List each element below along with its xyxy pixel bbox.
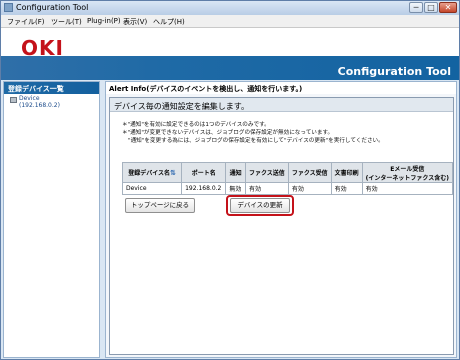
cell-device-name: Device xyxy=(121,182,183,195)
close-button[interactable]: ✕ xyxy=(439,2,457,13)
cell-fax-send: 有効 xyxy=(244,182,289,195)
section-title: デバイス毎の通知設定を編集します。 xyxy=(110,98,453,112)
column-fax-receive: ファクス受信 xyxy=(287,162,332,183)
app-icon xyxy=(4,3,13,12)
menu-tools[interactable]: ツール(T) xyxy=(51,17,82,27)
column-label-sub: (インターネットファクス含む) xyxy=(365,174,449,182)
note-line: ＊"通知"を有効に設定できるのは1つのデバイスのみです。 xyxy=(122,122,270,128)
maximize-button[interactable]: □ xyxy=(424,2,438,13)
menu-help[interactable]: ヘルプ(H) xyxy=(153,17,185,27)
column-port-name: ポート名 xyxy=(181,162,227,183)
menu-file[interactable]: ファイル(F) xyxy=(7,17,45,27)
page-title: Alert Info(デバイスのイベントを検出し、通知を行います。) xyxy=(106,82,456,94)
back-to-top-button[interactable]: トップページに戻る xyxy=(125,198,195,213)
settings-panel: デバイス毎の通知設定を編集します。 ＊"通知"を有効に設定できるのは1つのデバイ… xyxy=(109,97,454,355)
device-list-sidebar: 登録デバイス一覧 Device (192.168.0.2) xyxy=(3,81,100,358)
window-title: Configuration Tool xyxy=(16,3,89,12)
note-line: "通知"を変更する為には、ジョブログの保存設定を有効にして"デバイスの更新"を実… xyxy=(128,138,384,144)
menu-plugin[interactable]: Plug-in(P) xyxy=(87,17,121,25)
column-device-name[interactable]: 登録デバイス名⇅ xyxy=(121,162,183,183)
cell-fax-receive: 有効 xyxy=(287,182,332,195)
column-notify: 通知 xyxy=(225,162,246,183)
main-content: Alert Info(デバイスのイベントを検出し、通知を行います。) デバイス毎… xyxy=(105,81,457,358)
minimize-button[interactable]: ─ xyxy=(409,2,423,13)
menu-view[interactable]: 表示(V) xyxy=(123,17,147,27)
title-bar[interactable]: Configuration Tool ─ □ ✕ xyxy=(1,1,459,15)
column-label: Eメール受信 xyxy=(390,165,425,173)
column-document-print: 文書印刷 xyxy=(330,162,363,183)
sidebar-item-device-ip[interactable]: (192.168.0.2) xyxy=(19,102,60,109)
sort-icon[interactable]: ⇅ xyxy=(170,169,176,177)
note-line: ＊"通知"が変更できないデバイスは、ジョブログの保存設定が無効になっています。 xyxy=(122,130,334,136)
column-label: 登録デバイス名 xyxy=(128,170,171,177)
device-table: 登録デバイス名⇅ ポート名 通知 ファクス送信 ファクス受信 文書印刷 Eメール… xyxy=(121,162,454,195)
column-email-receive: Eメール受信 (インターネットファクス含む) xyxy=(361,162,454,183)
table-header-row: 登録デバイス名⇅ ポート名 通知 ファクス送信 ファクス受信 文書印刷 Eメール… xyxy=(121,162,454,183)
sidebar-item-device[interactable]: Device xyxy=(19,95,40,102)
printer-icon xyxy=(10,97,17,103)
cell-port-name: 192.168.0.2 xyxy=(181,182,227,195)
menu-bar: ファイル(F) ツール(T) Plug-in(P) 表示(V) ヘルプ(H) xyxy=(1,15,459,28)
cell-notify: 無効 xyxy=(225,182,246,195)
column-fax-send: ファクス送信 xyxy=(244,162,289,183)
app-window: Configuration Tool ─ □ ✕ ファイル(F) ツール(T) … xyxy=(0,0,460,360)
product-title: Configuration Tool xyxy=(337,65,451,78)
sidebar-title: 登録デバイス一覧 xyxy=(4,82,99,94)
cell-document-print: 有効 xyxy=(330,182,363,195)
table-row[interactable]: Device 192.168.0.2 無効 有効 有効 有効 有効 xyxy=(121,182,454,195)
cell-email-receive: 有効 xyxy=(361,182,454,195)
highlight-frame xyxy=(226,195,294,216)
